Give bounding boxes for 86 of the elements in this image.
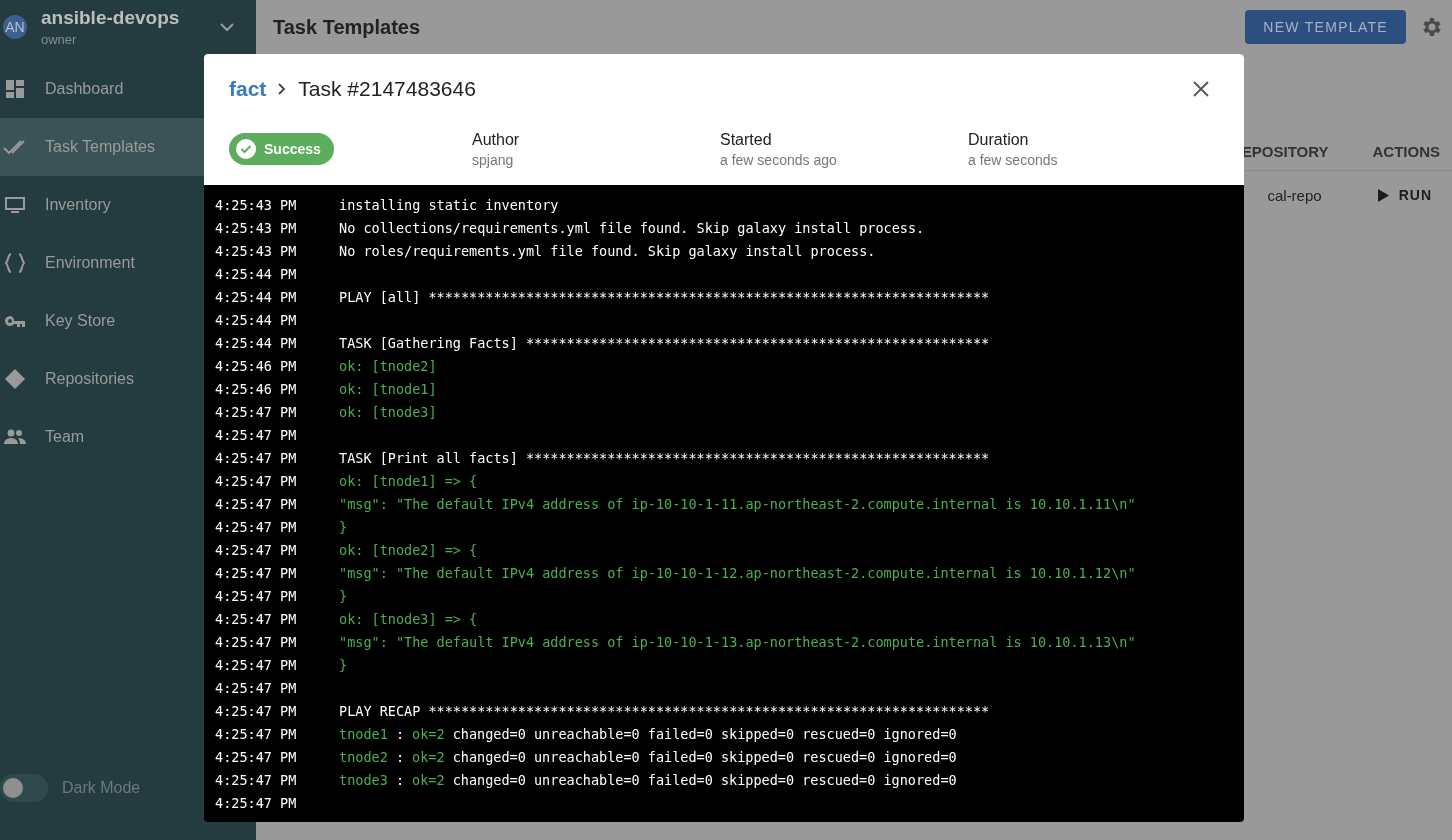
log-text: tnode1 xyxy=(339,725,388,742)
log-text: : xyxy=(395,771,404,788)
run-button[interactable]: RUN xyxy=(1371,186,1438,204)
dashboard-icon xyxy=(3,77,27,101)
meta-value: spjang xyxy=(472,152,515,168)
log-text: tnode3 xyxy=(339,771,388,788)
meta-label: Started xyxy=(720,131,773,149)
log-time: 4:25:47 PM xyxy=(215,610,298,627)
new-template-button[interactable]: NEW TEMPLATE xyxy=(1245,10,1406,44)
log-text: : xyxy=(395,725,404,742)
log-time: 4:25:47 PM xyxy=(215,771,298,788)
status-chip: Success xyxy=(229,133,334,165)
log-text: PLAY [all] ********************************************************************* xyxy=(339,288,990,305)
log-text: ok=2 xyxy=(412,748,445,765)
log-text: ok=2 xyxy=(412,725,445,742)
log-time: 4:25:43 PM xyxy=(215,242,298,259)
meta-value: a few seconds xyxy=(968,152,1059,168)
log-text: ok: [tnode3] xyxy=(339,403,437,420)
log-time: 4:25:46 PM xyxy=(215,357,298,374)
log-time: 4:25:47 PM xyxy=(215,472,298,489)
log-text: No collections/requirements.yml file found. Skip galaxy install process. xyxy=(339,219,925,236)
log-time: 4:25:47 PM xyxy=(215,587,298,604)
log-time: 4:25:47 PM xyxy=(215,679,298,696)
meta-label: Duration xyxy=(968,131,1030,149)
log-time: 4:25:47 PM xyxy=(215,725,298,742)
column-header: EPOSITORY xyxy=(1241,142,1329,160)
log-text: tnode2 xyxy=(339,748,388,765)
braces-icon xyxy=(3,251,27,275)
log-time: 4:25:44 PM xyxy=(215,334,298,351)
check-circle-icon xyxy=(236,139,256,159)
meta-label: Author xyxy=(472,131,521,149)
log-time: 4:25:47 PM xyxy=(215,656,298,673)
page-title: Task Templates xyxy=(273,15,422,39)
log-time: 4:25:47 PM xyxy=(215,403,298,420)
log-time: 4:25:47 PM xyxy=(215,518,298,535)
log-time: 4:25:47 PM xyxy=(215,702,298,719)
log-text: : xyxy=(395,748,404,765)
log-text: TASK [Print all facts] ********************************************************* xyxy=(339,449,990,466)
log-text: ok: [tnode1] xyxy=(339,380,437,397)
log-text: ok: [tnode2] => { xyxy=(339,541,478,558)
log-text: "msg": "The default IPv4 address of ip-10-10-1-13.ap-northeast-2.compute.internal is 10.10.1.13\n" xyxy=(339,633,1136,650)
log-time: 4:25:44 PM xyxy=(215,288,298,305)
log-text: changed=0 unreachable=0 failed=0 skipped=0 rescued=0 ignored=0 xyxy=(452,725,957,742)
project-role: owner xyxy=(41,32,78,47)
log-text: } xyxy=(339,656,348,673)
diamond-icon xyxy=(3,367,27,391)
log-text: ok: [tnode2] xyxy=(339,357,437,374)
project-name: ansible-devops xyxy=(41,7,181,29)
log-time: 4:25:47 PM xyxy=(215,794,298,811)
log-text: installing static inventory xyxy=(339,196,559,213)
log-time: 4:25:47 PM xyxy=(215,426,298,443)
log-text: No roles/requirements.yml file found. Skip galaxy install process. xyxy=(339,242,876,259)
log-time: 4:25:44 PM xyxy=(215,311,298,328)
meta-value: a few seconds ago xyxy=(720,152,838,168)
column-header: ACTIONS xyxy=(1372,142,1440,160)
log-time: 4:25:43 PM xyxy=(215,196,298,213)
log-text: changed=0 unreachable=0 failed=0 skipped=0 rescued=0 ignored=0 xyxy=(452,748,957,765)
table-cell: cal-repo xyxy=(1267,186,1322,204)
log-text: ok: [tnode1] => { xyxy=(339,472,478,489)
log-time: 4:25:46 PM xyxy=(215,380,298,397)
breadcrumb-link[interactable]: fact xyxy=(229,77,267,101)
close-icon[interactable] xyxy=(1193,81,1209,97)
log-text: "msg": "The default IPv4 address of ip-10-10-1-12.ap-northeast-2.compute.internal is 10.10.1.12\n" xyxy=(339,564,1136,581)
avatar: AN xyxy=(3,15,27,39)
log-text: PLAY RECAP ********************************************************************* xyxy=(339,702,990,719)
log-text: changed=0 unreachable=0 failed=0 skipped=0 rescued=0 ignored=0 xyxy=(452,771,957,788)
play-icon xyxy=(1377,188,1389,202)
log-text: ok=2 xyxy=(412,771,445,788)
log-text: TASK [Gathering Facts] ********************************************************* xyxy=(339,334,990,351)
log-text: } xyxy=(339,518,348,535)
log-time: 4:25:47 PM xyxy=(215,449,298,466)
log-text: } xyxy=(339,587,348,604)
dark-mode-toggle[interactable] xyxy=(0,774,48,802)
log-text: "msg": "The default IPv4 address of ip-10-10-1-11.ap-northeast-2.compute.internal is 10.10.1.11\n" xyxy=(339,495,1136,512)
dialog-title: Task #2147483646 xyxy=(298,77,477,101)
log-time: 4:25:44 PM xyxy=(215,265,298,282)
chevron-right-icon xyxy=(278,83,287,95)
log-time: 4:25:47 PM xyxy=(215,541,298,558)
log-time: 4:25:43 PM xyxy=(215,219,298,236)
log-time: 4:25:47 PM xyxy=(215,495,298,512)
log-text: ok: [tnode3] => { xyxy=(339,610,478,627)
dark-mode-label: Dark Mode xyxy=(62,779,141,797)
chevron-down-icon[interactable] xyxy=(220,22,234,32)
log-time: 4:25:47 PM xyxy=(215,748,298,765)
log-time: 4:25:47 PM xyxy=(215,564,298,581)
log-time: 4:25:47 PM xyxy=(215,633,298,650)
